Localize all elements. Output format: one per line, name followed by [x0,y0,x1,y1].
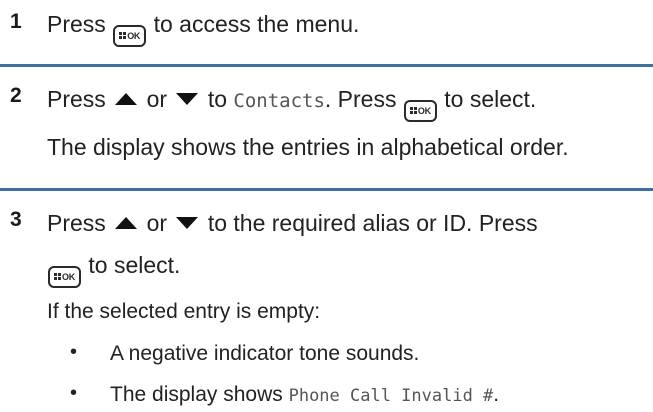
down-arrow-icon [176,93,199,105]
step-text: Press or to Contacts. Press OK to select… [47,85,536,122]
or-word: or [146,210,168,236]
step-text: Press or to the required alias or ID. Pr… [47,209,538,237]
step-instruction: to the required alias or ID. Press [207,210,538,236]
step-text-continued: OK to select. [47,251,180,288]
up-arrow-icon [115,217,138,229]
menu-ok-button-icon: OK [48,265,81,288]
step-instruction: . Press [324,86,397,112]
press-word: Press [47,11,106,37]
step-note: The display shows the entries in alphabe… [47,134,569,160]
bullet-item: The display shows Phone Call Invalid #. [110,381,499,410]
menu-ok-button-icon: OK [403,99,437,122]
step-number: 1 [10,10,22,33]
bullet-period: . [493,383,500,406]
menu-target-contacts: Contacts [233,90,325,112]
menu-ok-button-icon: OK [113,24,147,47]
bullet-item: A negative indicator tone sounds. [110,342,420,365]
display-message: Phone Call Invalid # [288,386,494,406]
divider [0,188,653,191]
step-text: Press OK to access the menu. [47,10,359,47]
step-instruction: to select. [88,252,181,278]
step-number: 2 [10,84,22,107]
bullet-text: The display shows [110,383,283,406]
up-arrow-icon [115,93,138,105]
condition-text: If the selected entry is empty: [47,300,321,323]
press-word: Press [47,86,106,112]
step-instruction: to select. [444,86,537,112]
bullet-icon: • [70,382,78,404]
step-number: 3 [10,208,22,231]
divider [0,64,653,67]
press-word: Press [47,210,106,236]
step-instruction: to access the menu. [153,11,360,37]
to-word: to [207,86,227,112]
bullet-icon: • [70,341,78,363]
or-word: or [146,86,168,112]
down-arrow-icon [176,217,199,229]
